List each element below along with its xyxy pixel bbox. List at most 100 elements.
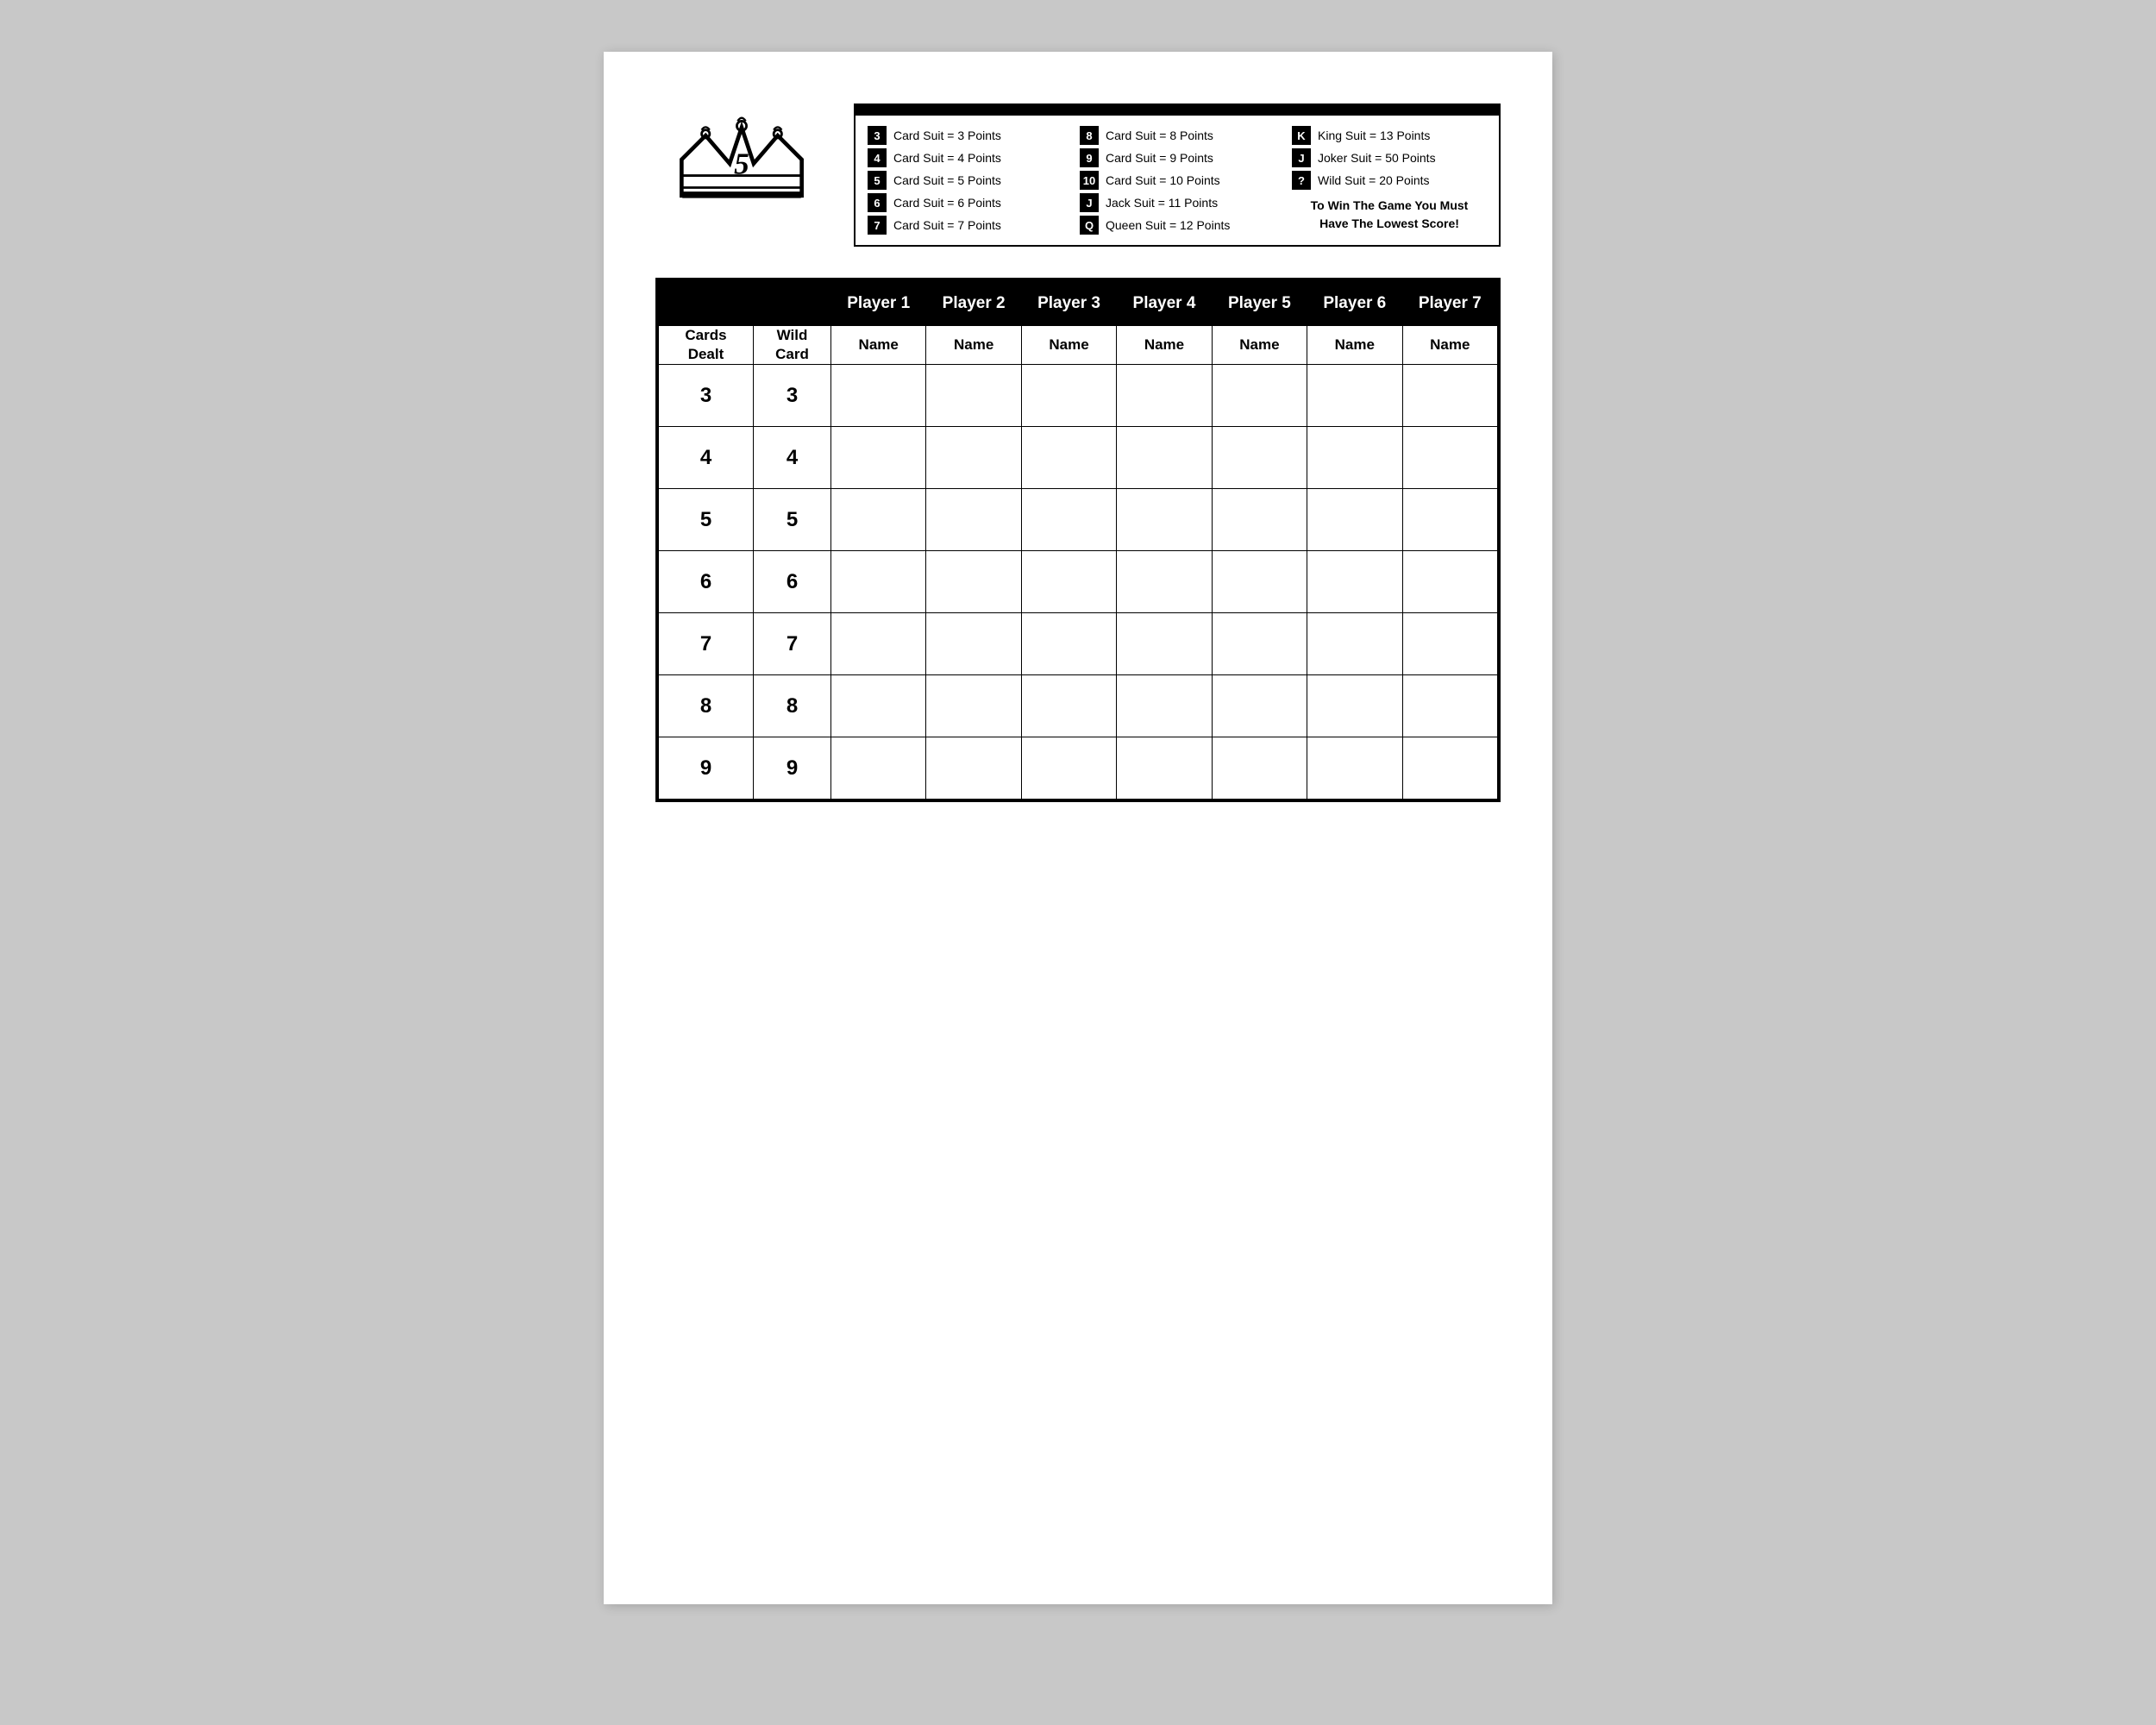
score-text: King Suit = 13 Points bbox=[1318, 129, 1430, 142]
score-cell[interactable] bbox=[1117, 489, 1212, 551]
score-cell[interactable] bbox=[1402, 675, 1497, 737]
score-text: Card Suit = 7 Points bbox=[893, 218, 1001, 232]
score-cell[interactable] bbox=[926, 489, 1021, 551]
wild-card-cell: 5 bbox=[754, 489, 831, 551]
score-cell[interactable] bbox=[831, 675, 926, 737]
score-cell[interactable] bbox=[1212, 365, 1307, 427]
score-cell[interactable] bbox=[1021, 551, 1116, 613]
score-cell[interactable] bbox=[1402, 427, 1497, 489]
score-cell[interactable] bbox=[1212, 737, 1307, 800]
score-table-wrapper: Player 1Player 2Player 3Player 4Player 5… bbox=[655, 278, 1501, 802]
player-header: Player 2 bbox=[926, 281, 1021, 326]
score-cell[interactable] bbox=[1117, 737, 1212, 800]
score-row: 8Card Suit = 8 Points bbox=[1080, 124, 1275, 147]
card-badge: 5 bbox=[868, 171, 887, 190]
score-cell[interactable] bbox=[1212, 675, 1307, 737]
score-cell[interactable] bbox=[1021, 737, 1116, 800]
score-cell[interactable] bbox=[1307, 737, 1402, 800]
score-guide: 3Card Suit = 3 Points4Card Suit = 4 Poin… bbox=[854, 104, 1501, 247]
cards-dealt-cell: 8 bbox=[659, 675, 754, 737]
cards-dealt-cell: 5 bbox=[659, 489, 754, 551]
score-cell[interactable] bbox=[926, 427, 1021, 489]
score-cell[interactable] bbox=[1402, 365, 1497, 427]
score-cell[interactable] bbox=[1307, 427, 1402, 489]
score-cell[interactable] bbox=[1117, 675, 1212, 737]
score-guide-title bbox=[856, 105, 1499, 116]
score-cell[interactable] bbox=[1117, 365, 1212, 427]
score-cell[interactable] bbox=[1117, 551, 1212, 613]
score-cell[interactable] bbox=[831, 427, 926, 489]
header-area: 5 3Card Suit = 3 Points4Card Suit = 4 Po… bbox=[655, 104, 1501, 247]
player-header: Player 5 bbox=[1212, 281, 1307, 326]
score-cell[interactable] bbox=[831, 365, 926, 427]
player-name-cell[interactable]: Name bbox=[1117, 326, 1212, 365]
score-row: 3Card Suit = 3 Points bbox=[868, 124, 1062, 147]
score-cell[interactable] bbox=[926, 737, 1021, 800]
score-col-2: 8Card Suit = 8 Points9 Card Suit = 9 Poin… bbox=[1080, 124, 1275, 236]
logo-area: 5 bbox=[655, 104, 828, 216]
score-col-1: 3Card Suit = 3 Points4Card Suit = 4 Poin… bbox=[868, 124, 1062, 236]
score-cell[interactable] bbox=[831, 551, 926, 613]
score-text: Card Suit = 8 Points bbox=[1106, 129, 1213, 142]
score-text: Jack Suit = 11 Points bbox=[1106, 196, 1218, 210]
player-name-cell[interactable]: Name bbox=[1307, 326, 1402, 365]
score-cell[interactable] bbox=[1021, 427, 1116, 489]
player-name-cell[interactable]: Name bbox=[926, 326, 1021, 365]
score-text: Wild Suit = 20 Points bbox=[1318, 173, 1430, 187]
score-text: Card Suit = 4 Points bbox=[893, 151, 1001, 165]
player-header: Player 4 bbox=[1117, 281, 1212, 326]
wild-card-cell: 9 bbox=[754, 737, 831, 800]
score-cell[interactable] bbox=[1212, 551, 1307, 613]
score-cell[interactable] bbox=[1021, 675, 1116, 737]
score-row: 6Card Suit = 6 Points bbox=[868, 191, 1062, 214]
score-text: Joker Suit = 50 Points bbox=[1318, 151, 1436, 165]
card-badge: 3 bbox=[868, 126, 887, 145]
score-cell[interactable] bbox=[1307, 489, 1402, 551]
score-cell[interactable] bbox=[926, 365, 1021, 427]
score-cell[interactable] bbox=[1212, 489, 1307, 551]
wild-card-cell: 7 bbox=[754, 613, 831, 675]
score-cell[interactable] bbox=[1402, 551, 1497, 613]
score-cell[interactable] bbox=[831, 613, 926, 675]
score-cell[interactable] bbox=[1402, 737, 1497, 800]
score-cell[interactable] bbox=[1402, 489, 1497, 551]
wild-card-cell: 6 bbox=[754, 551, 831, 613]
table-row: 66 bbox=[659, 551, 1498, 613]
player-name-cell[interactable]: Name bbox=[1212, 326, 1307, 365]
score-cell[interactable] bbox=[926, 675, 1021, 737]
score-text: Card Suit = 9 Points bbox=[1106, 151, 1213, 165]
page: 5 3Card Suit = 3 Points4Card Suit = 4 Po… bbox=[604, 52, 1552, 1604]
score-cell[interactable] bbox=[1212, 613, 1307, 675]
score-cell[interactable] bbox=[1021, 613, 1116, 675]
score-cell[interactable] bbox=[831, 737, 926, 800]
score-cell[interactable] bbox=[926, 551, 1021, 613]
score-text: Queen Suit = 12 Points bbox=[1106, 218, 1230, 232]
score-cell[interactable] bbox=[1402, 613, 1497, 675]
score-cell[interactable] bbox=[1117, 427, 1212, 489]
score-row: 10Card Suit = 10 Points bbox=[1080, 169, 1275, 191]
player-header: Player 3 bbox=[1021, 281, 1116, 326]
score-cell[interactable] bbox=[1307, 613, 1402, 675]
svg-text:5: 5 bbox=[734, 147, 749, 181]
score-cell[interactable] bbox=[1307, 675, 1402, 737]
table-row: 44 bbox=[659, 427, 1498, 489]
score-row: 9 Card Suit = 9 Points bbox=[1080, 147, 1275, 169]
score-row: JJack Suit = 11 Points bbox=[1080, 191, 1275, 214]
score-cell[interactable] bbox=[1021, 365, 1116, 427]
player-name-cell[interactable]: Name bbox=[1402, 326, 1497, 365]
table-row: 99 bbox=[659, 737, 1498, 800]
score-cell[interactable] bbox=[831, 489, 926, 551]
score-cell[interactable] bbox=[1307, 551, 1402, 613]
score-cell[interactable] bbox=[1307, 365, 1402, 427]
card-badge: Q bbox=[1080, 216, 1099, 235]
score-row: KKing Suit = 13 Points bbox=[1292, 124, 1487, 147]
score-cell[interactable] bbox=[1212, 427, 1307, 489]
score-cell[interactable] bbox=[926, 613, 1021, 675]
player-name-cell[interactable]: Name bbox=[831, 326, 926, 365]
score-cell[interactable] bbox=[1117, 613, 1212, 675]
card-badge: 9 bbox=[1080, 148, 1099, 167]
player-name-cell[interactable]: Name bbox=[1021, 326, 1116, 365]
card-badge: 7 bbox=[868, 216, 887, 235]
score-cell[interactable] bbox=[1021, 489, 1116, 551]
table-row: 88 bbox=[659, 675, 1498, 737]
